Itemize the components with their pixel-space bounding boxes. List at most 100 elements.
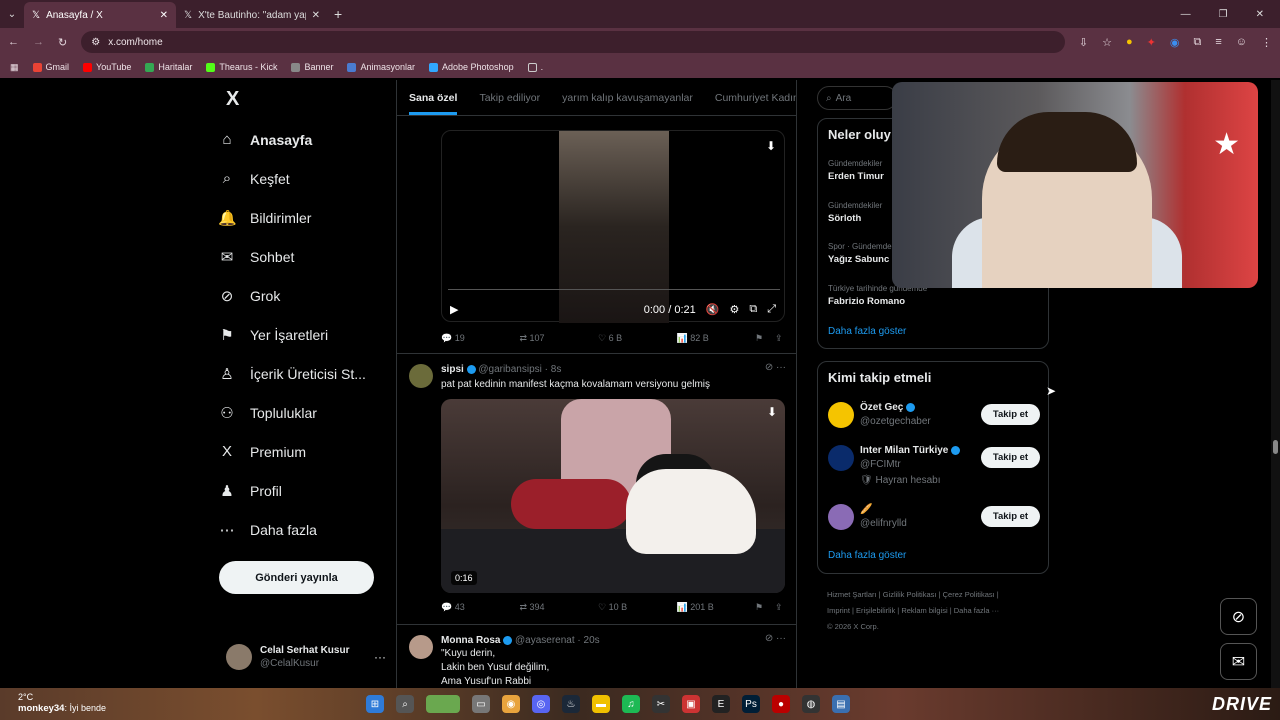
bookmark-icon[interactable]: ⚑ bbox=[755, 602, 775, 613]
tab-list[interactable]: yarım kalıp kavuşamayanlar bbox=[562, 92, 693, 104]
chrome-icon[interactable]: ◉ bbox=[502, 695, 520, 713]
back-icon[interactable]: ← bbox=[8, 36, 19, 48]
task-view-icon[interactable]: ▭ bbox=[472, 695, 490, 713]
window-close-button[interactable]: ✕ bbox=[1256, 9, 1264, 20]
tab-home[interactable]: 𝕏 Anasayfa / X ✕ bbox=[24, 2, 176, 28]
mute-icon[interactable]: 🔇 bbox=[706, 303, 720, 316]
grok-icon[interactable]: ⊘ ··· bbox=[765, 633, 786, 644]
tab-post[interactable]: 𝕏 X'te Bautinho: "adam yapacağı ✕ bbox=[176, 2, 328, 28]
author-name[interactable]: Monna Rosa bbox=[441, 635, 500, 646]
bookmark-icon[interactable]: ⚑ bbox=[755, 333, 775, 344]
bookmark-banner[interactable]: Banner bbox=[291, 62, 333, 72]
forward-icon[interactable]: → bbox=[33, 36, 44, 48]
footer-link[interactable]: Daha fazla ··· bbox=[954, 606, 999, 615]
bookmark-kick[interactable]: Thearus - Kick bbox=[206, 62, 277, 72]
app-icon[interactable]: ▣ bbox=[682, 695, 700, 713]
retweet-button[interactable]: ⇄ 394 bbox=[520, 602, 599, 613]
discord-icon[interactable]: ◎ bbox=[532, 695, 550, 713]
settings-icon[interactable]: ⚙ bbox=[729, 303, 739, 316]
folder-icon[interactable]: ▬ bbox=[592, 695, 610, 713]
media-control-icon[interactable]: ≡ bbox=[1215, 36, 1221, 48]
nav-home[interactable]: ⌂ Anasayfa bbox=[218, 120, 388, 159]
account-switcher[interactable]: Celal Serhat Kusur @CelalKusur ··· bbox=[226, 644, 386, 670]
post-button[interactable]: Gönderi yayınla bbox=[219, 561, 374, 594]
footer-link[interactable]: Reklam bilgisi bbox=[901, 606, 947, 615]
photoshop-icon[interactable]: Ps bbox=[742, 695, 760, 713]
follow-button[interactable]: Takip et bbox=[981, 506, 1040, 527]
nav-grok[interactable]: ⊘ Grok bbox=[218, 276, 388, 315]
messages-fab[interactable]: ✉ bbox=[1220, 643, 1257, 680]
nav-more[interactable]: ⋯ Daha fazla bbox=[218, 510, 388, 549]
nav-chat[interactable]: ✉ Sohbet bbox=[218, 237, 388, 276]
like-button[interactable]: ♡ 10 B bbox=[598, 602, 677, 613]
suggestion-row[interactable]: 🥖 @elifnrylld Takip et bbox=[828, 504, 1040, 534]
new-tab-button[interactable]: + bbox=[334, 6, 342, 22]
epic-games-icon[interactable]: E bbox=[712, 695, 730, 713]
reply-button[interactable]: 💬 19 bbox=[441, 333, 520, 344]
play-icon[interactable]: ▶ bbox=[450, 303, 458, 316]
nav-profile[interactable]: ♟ Profil bbox=[218, 471, 388, 510]
retweet-button[interactable]: ⇄ 107 bbox=[520, 333, 599, 344]
bookmark-folder[interactable]: . bbox=[527, 62, 543, 72]
footer-link[interactable]: Erişilebilirlik bbox=[856, 606, 895, 615]
like-button[interactable]: ♡ 6 B bbox=[598, 333, 677, 344]
extension-icon[interactable]: ● bbox=[1126, 36, 1133, 48]
nav-notifications[interactable]: 🔔 Bildirimler bbox=[218, 198, 388, 237]
minimize-button[interactable]: — bbox=[1181, 9, 1191, 20]
url-field[interactable]: ⚙ x.com/home bbox=[81, 31, 1065, 53]
fullscreen-icon[interactable]: ⤢ bbox=[767, 303, 776, 316]
views-button[interactable]: 📊 82 B bbox=[677, 333, 756, 344]
restore-button[interactable]: ❐ bbox=[1219, 9, 1228, 20]
search-input[interactable]: ⌕ Ara bbox=[817, 86, 897, 110]
show-more-link[interactable]: Daha fazla göster bbox=[828, 326, 906, 337]
footer-link[interactable]: Hizmet Şartları bbox=[827, 590, 877, 599]
video-player[interactable]: ⬇ 0:16 bbox=[441, 399, 785, 593]
avatar[interactable] bbox=[828, 402, 854, 428]
windows-start-icon[interactable]: ⊞ bbox=[366, 695, 384, 713]
trend-item[interactable]: Spor · Gündemde Yağız Sabunc bbox=[828, 242, 892, 265]
tab-list[interactable]: Cumhuriyet Kadın bbox=[715, 92, 796, 104]
video-progress-bar[interactable] bbox=[448, 289, 780, 290]
widgets-icon[interactable] bbox=[426, 695, 460, 713]
share-icon[interactable]: ⇪ bbox=[775, 602, 785, 613]
bookmark-photoshop[interactable]: Adobe Photoshop bbox=[429, 62, 514, 72]
scrollbar-thumb[interactable] bbox=[1273, 440, 1278, 454]
pip-icon[interactable]: ⧉ bbox=[749, 303, 757, 316]
more-icon[interactable]: ··· bbox=[374, 650, 386, 664]
nav-bookmarks[interactable]: ⚑ Yer İşaretleri bbox=[218, 315, 388, 354]
profile-icon[interactable]: ☺ bbox=[1236, 36, 1247, 48]
capcut-icon[interactable]: ✂ bbox=[652, 695, 670, 713]
scrollbar[interactable] bbox=[1271, 80, 1280, 690]
share-icon[interactable]: ⇪ bbox=[775, 333, 785, 344]
download-icon[interactable]: ⬇ bbox=[767, 405, 777, 419]
suggestion-row[interactable]: Inter Milan Türkiye @FCIMtr 🛡 Hayran hes… bbox=[828, 445, 1040, 489]
close-icon[interactable]: ✕ bbox=[160, 10, 168, 21]
suggestion-row[interactable]: Özet Geç @ozetgechaber Takip et bbox=[828, 402, 1040, 432]
follow-button[interactable]: Takip et bbox=[981, 404, 1040, 425]
nav-premium[interactable]: X Premium bbox=[218, 432, 388, 471]
footer-link[interactable]: Imprint bbox=[827, 606, 850, 615]
download-icon[interactable]: ⬇ bbox=[766, 139, 776, 153]
install-icon[interactable]: ⇩ bbox=[1079, 36, 1088, 49]
author-handle[interactable]: @garibansipsi · 8s bbox=[478, 364, 561, 375]
follow-button[interactable]: Takip et bbox=[981, 447, 1040, 468]
extensions-puzzle-icon[interactable]: ⧉ bbox=[1193, 36, 1201, 49]
close-icon[interactable]: ✕ bbox=[312, 10, 320, 21]
show-more-link[interactable]: Daha fazla göster bbox=[828, 550, 906, 561]
footer-link[interactable]: Gizlilik Politikası bbox=[883, 590, 937, 599]
views-button[interactable]: 📊 201 B bbox=[677, 602, 756, 613]
avatar[interactable] bbox=[409, 364, 433, 388]
video-player[interactable]: ⬇ ▶ 0:00 / 0:21 🔇 ⚙ ⧉ ⤢ bbox=[441, 130, 785, 323]
footer-link[interactable]: Çerez Politikası bbox=[943, 590, 995, 599]
nav-communities[interactable]: ⚇ Topluluklar bbox=[218, 393, 388, 432]
search-icon[interactable]: ⌕ bbox=[396, 695, 414, 713]
author-name[interactable]: sipsi bbox=[441, 364, 464, 375]
menu-icon[interactable]: ⋮ bbox=[1261, 36, 1272, 49]
avatar[interactable] bbox=[828, 504, 854, 530]
avatar[interactable] bbox=[828, 445, 854, 471]
bookmark-youtube[interactable]: YouTube bbox=[83, 62, 131, 72]
record-icon[interactable]: ● bbox=[772, 695, 790, 713]
bookmark-maps[interactable]: Haritalar bbox=[145, 62, 192, 72]
nav-explore[interactable]: ⌕ Keşfet bbox=[218, 159, 388, 198]
site-info-icon[interactable]: ⚙ bbox=[91, 37, 100, 48]
